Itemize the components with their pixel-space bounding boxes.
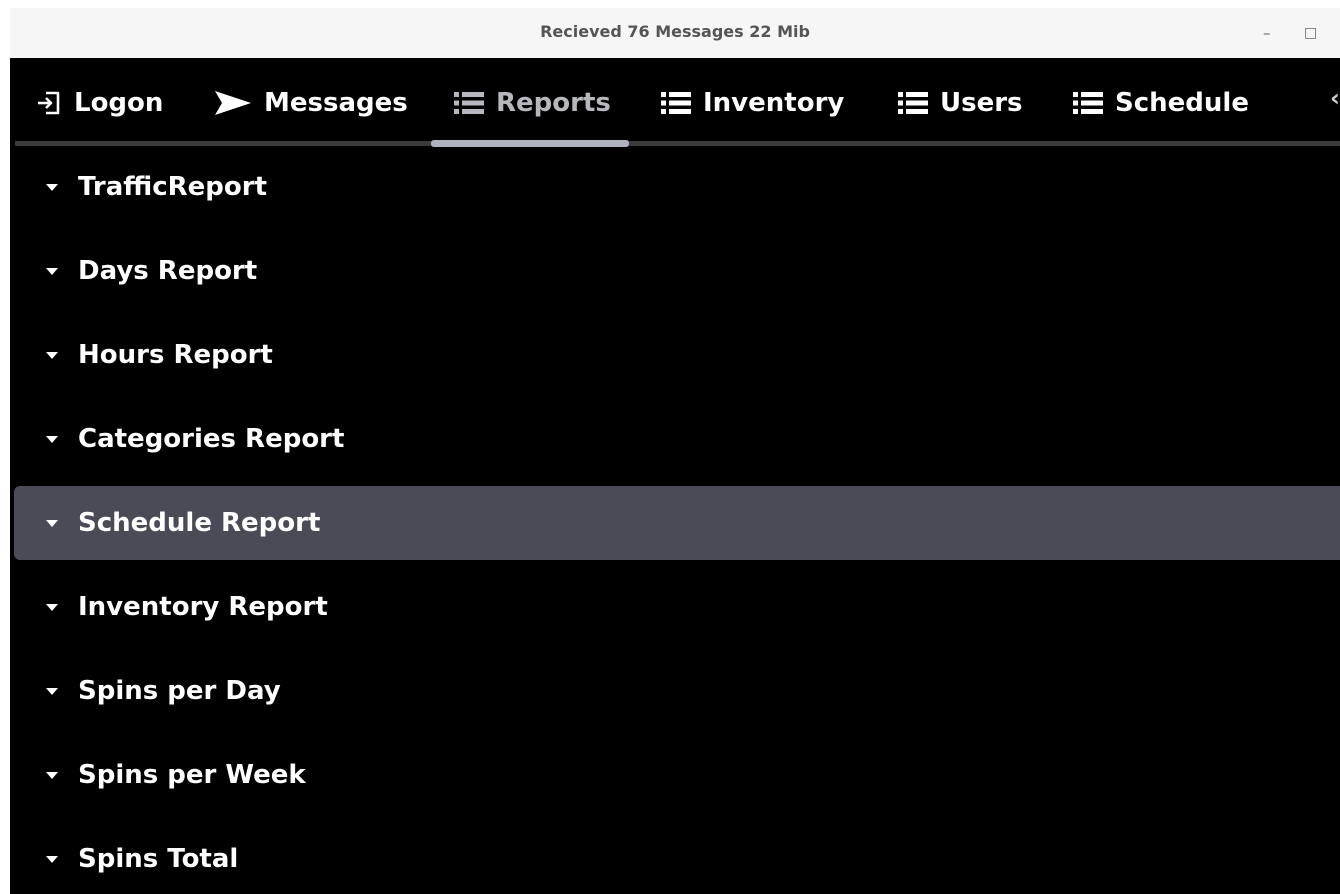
title-bar: Recieved 76 Messages 22 Mib – □ [10, 8, 1340, 58]
report-item-spins-per-day[interactable]: Spins per Day [14, 654, 1340, 728]
report-item-label: Categories Report [78, 424, 345, 454]
report-item-inventory[interactable]: Inventory Report [14, 570, 1340, 644]
report-item-traffic[interactable]: TrafficReport [14, 150, 1340, 224]
caret-down-icon [46, 687, 58, 695]
report-item-schedule[interactable]: Schedule Report [14, 486, 1340, 560]
report-item-label: Days Report [78, 256, 258, 286]
tab-users-label: Users [940, 88, 1023, 118]
report-item-label: Spins per Day [78, 676, 281, 706]
list-icon [454, 92, 484, 114]
report-item-label: Schedule Report [78, 508, 321, 538]
maximize-button[interactable]: □ [1304, 8, 1317, 58]
report-item-spins-total[interactable]: Spins Total [14, 822, 1340, 894]
tab-bar: Logon Messages Reports Inventory Users S… [10, 58, 1340, 150]
report-item-label: Inventory Report [78, 592, 328, 622]
minimize-button[interactable]: – [1263, 8, 1271, 58]
caret-down-icon [46, 855, 58, 863]
caret-down-icon [46, 435, 58, 443]
tab-logon[interactable]: Logon [36, 82, 163, 124]
tab-users[interactable]: Users [898, 82, 1023, 124]
report-item-label: TrafficReport [78, 172, 268, 202]
caret-down-icon [46, 519, 58, 527]
list-icon [1073, 92, 1103, 114]
report-item-label: Spins per Week [78, 760, 306, 790]
report-item-categories[interactable]: Categories Report [14, 402, 1340, 476]
report-item-label: Hours Report [78, 340, 273, 370]
report-item-label: Spins Total [78, 844, 239, 874]
send-icon [214, 90, 252, 116]
window-title: Recieved 76 Messages 22 Mib [540, 22, 810, 41]
report-item-spins-per-week[interactable]: Spins per Week [14, 738, 1340, 812]
tab-logon-label: Logon [74, 88, 164, 118]
list-icon [898, 92, 928, 114]
tab-overflow-chevron-icon[interactable]: ‹ [1330, 84, 1340, 112]
tab-reports[interactable]: Reports [454, 82, 611, 124]
caret-down-icon [46, 603, 58, 611]
tab-inventory-label: Inventory [703, 88, 845, 118]
tab-messages[interactable]: Messages [214, 82, 408, 124]
logon-arrow-icon [36, 90, 62, 116]
caret-down-icon [46, 183, 58, 191]
tab-schedule-label: Schedule [1115, 88, 1249, 118]
tab-schedule[interactable]: Schedule [1073, 82, 1249, 124]
tab-messages-label: Messages [264, 88, 408, 118]
tab-inventory[interactable]: Inventory [661, 82, 844, 124]
report-item-hours[interactable]: Hours Report [14, 318, 1340, 392]
caret-down-icon [46, 267, 58, 275]
report-list: TrafficReport Days Report Hours Report C… [10, 143, 1340, 894]
caret-down-icon [46, 771, 58, 779]
tab-reports-label: Reports [496, 88, 611, 118]
report-item-days[interactable]: Days Report [14, 234, 1340, 308]
list-icon [661, 92, 691, 114]
caret-down-icon [46, 351, 58, 359]
app-window: Recieved 76 Messages 22 Mib – □ Logon Me… [10, 8, 1340, 894]
